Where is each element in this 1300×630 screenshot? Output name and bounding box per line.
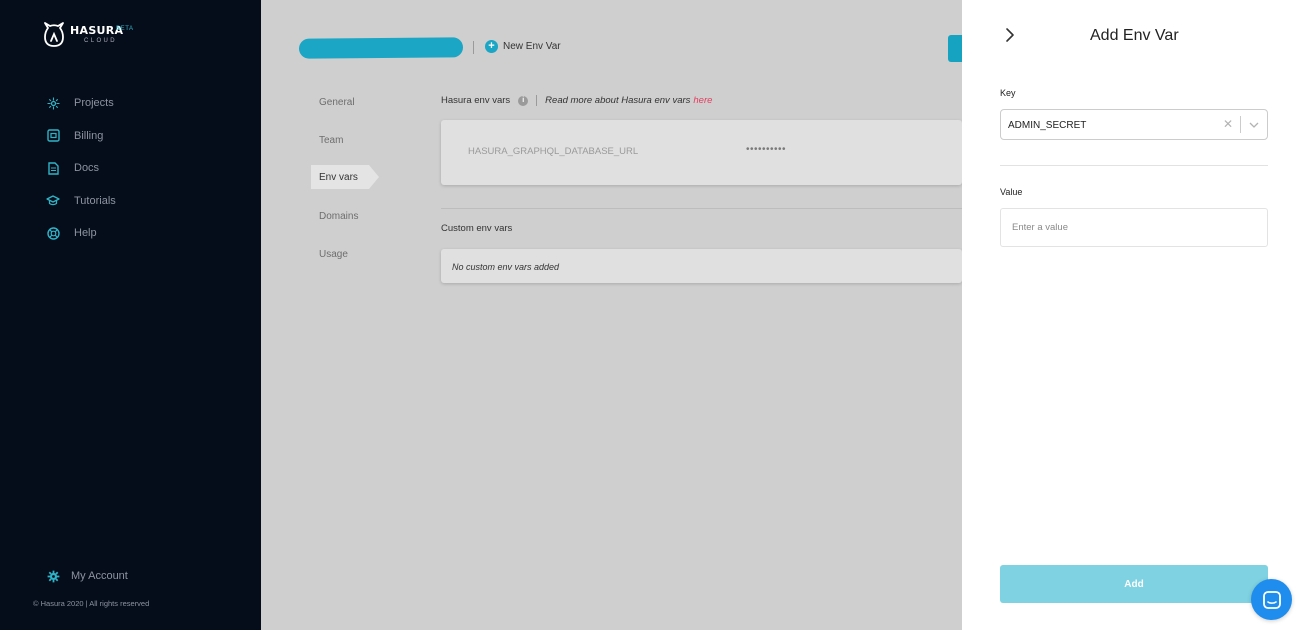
tab-label: Team bbox=[319, 135, 344, 146]
read-more-label: Read more about Hasura env vars bbox=[545, 95, 691, 106]
divider bbox=[1240, 116, 1241, 133]
info-icon[interactable]: i bbox=[518, 95, 529, 106]
tab-label: General bbox=[319, 97, 355, 108]
sidebar-item-help[interactable]: Help bbox=[46, 217, 116, 250]
logo-text: HASURA BETA CLOUD bbox=[70, 22, 140, 48]
key-selected-value: ADMIN_SECRET bbox=[1008, 120, 1087, 131]
tab-label: Usage bbox=[319, 249, 348, 260]
tab-domains[interactable]: Domains bbox=[311, 203, 371, 241]
sidebar-item-label: Docs bbox=[74, 162, 100, 175]
new-env-var-button[interactable]: + New Env Var bbox=[485, 40, 561, 53]
hasura-env-vars-header: Hasura env vars i Read more about Hasura… bbox=[441, 95, 712, 106]
billing-icon bbox=[46, 129, 60, 143]
plus-icon: + bbox=[485, 40, 498, 53]
gear-icon bbox=[46, 569, 60, 583]
sidebar-item-billing[interactable]: Billing bbox=[46, 120, 116, 153]
divider bbox=[1000, 165, 1268, 166]
divider bbox=[536, 95, 538, 106]
sidebar-item-label: Projects bbox=[74, 97, 114, 110]
header-action-button[interactable] bbox=[948, 35, 962, 62]
value-label: Value bbox=[1000, 187, 1023, 197]
add-env-var-drawer: Add Env Var Key ADMIN_SECRET ✕ Value Add bbox=[962, 0, 1300, 630]
value-input[interactable] bbox=[1000, 208, 1268, 247]
sidebar-item-tutorials[interactable]: Tutorials bbox=[46, 185, 116, 218]
env-var-masked-value: •••••••••• bbox=[746, 144, 787, 155]
chat-icon bbox=[1262, 590, 1281, 609]
logo-cloud: CLOUD bbox=[84, 38, 118, 44]
copyright-text: © Hasura 2020 | All rights reserved bbox=[33, 599, 150, 608]
divider bbox=[441, 208, 962, 209]
custom-env-vars-title: Custom env vars bbox=[441, 223, 513, 234]
custom-env-vars-card: No custom env vars added bbox=[441, 249, 962, 283]
clear-icon[interactable]: ✕ bbox=[1223, 117, 1233, 131]
new-env-var-label: New Env Var bbox=[503, 41, 561, 52]
main-content: + New Env Var General Team Env vars Doma… bbox=[261, 0, 962, 630]
key-select[interactable]: ADMIN_SECRET ✕ bbox=[1000, 109, 1268, 140]
my-account-label: My Account bbox=[71, 570, 128, 582]
tab-general[interactable]: General bbox=[311, 89, 371, 127]
env-var-key: HASURA_GRAPHQL_DATABASE_URL bbox=[468, 146, 639, 157]
divider bbox=[473, 41, 474, 54]
chevron-down-icon[interactable] bbox=[1248, 118, 1260, 130]
tab-env-vars[interactable]: Env vars bbox=[311, 165, 379, 203]
system-env-var-card: HASURA_GRAPHQL_DATABASE_URL •••••••••• bbox=[441, 120, 962, 185]
read-more-link[interactable]: here bbox=[693, 95, 712, 106]
tab-label: Domains bbox=[319, 211, 359, 222]
graduation-cap-icon bbox=[46, 194, 60, 208]
my-account-link[interactable]: My Account bbox=[46, 569, 128, 583]
tab-usage[interactable]: Usage bbox=[311, 241, 371, 279]
logo-beta-badge: BETA bbox=[116, 26, 134, 32]
key-label: Key bbox=[1000, 88, 1016, 98]
sidebar-item-label: Tutorials bbox=[74, 194, 116, 207]
add-button[interactable]: Add bbox=[1000, 565, 1268, 603]
hasura-logo[interactable]: HASURA BETA CLOUD bbox=[42, 22, 140, 48]
chevron-right-icon[interactable] bbox=[1002, 27, 1018, 43]
empty-state-text: No custom env vars added bbox=[452, 262, 560, 272]
section-title: Hasura env vars bbox=[441, 95, 511, 106]
lifebuoy-icon bbox=[46, 226, 60, 240]
chat-launcher-button[interactable] bbox=[1251, 579, 1292, 620]
project-subnav: General Team Env vars Domains Usage bbox=[311, 89, 379, 279]
sidebar-item-label: Help bbox=[74, 227, 97, 240]
tab-label: Env vars bbox=[319, 172, 358, 183]
sidebar-item-docs[interactable]: Docs bbox=[46, 152, 116, 185]
docs-icon bbox=[46, 161, 60, 175]
sidebar: HASURA BETA CLOUD Projects Billing Docs bbox=[0, 0, 261, 630]
sidebar-nav: Projects Billing Docs Tutorials Help bbox=[46, 87, 116, 250]
sidebar-item-label: Billing bbox=[74, 129, 104, 142]
project-name-redacted bbox=[298, 37, 464, 59]
sidebar-item-projects[interactable]: Projects bbox=[46, 87, 116, 120]
read-more-text: Read more about Hasura env vars here bbox=[545, 95, 712, 106]
hasura-logo-icon bbox=[44, 22, 64, 47]
projects-icon bbox=[46, 96, 60, 110]
drawer-title: Add Env Var bbox=[1090, 27, 1179, 44]
tab-team[interactable]: Team bbox=[311, 127, 371, 165]
